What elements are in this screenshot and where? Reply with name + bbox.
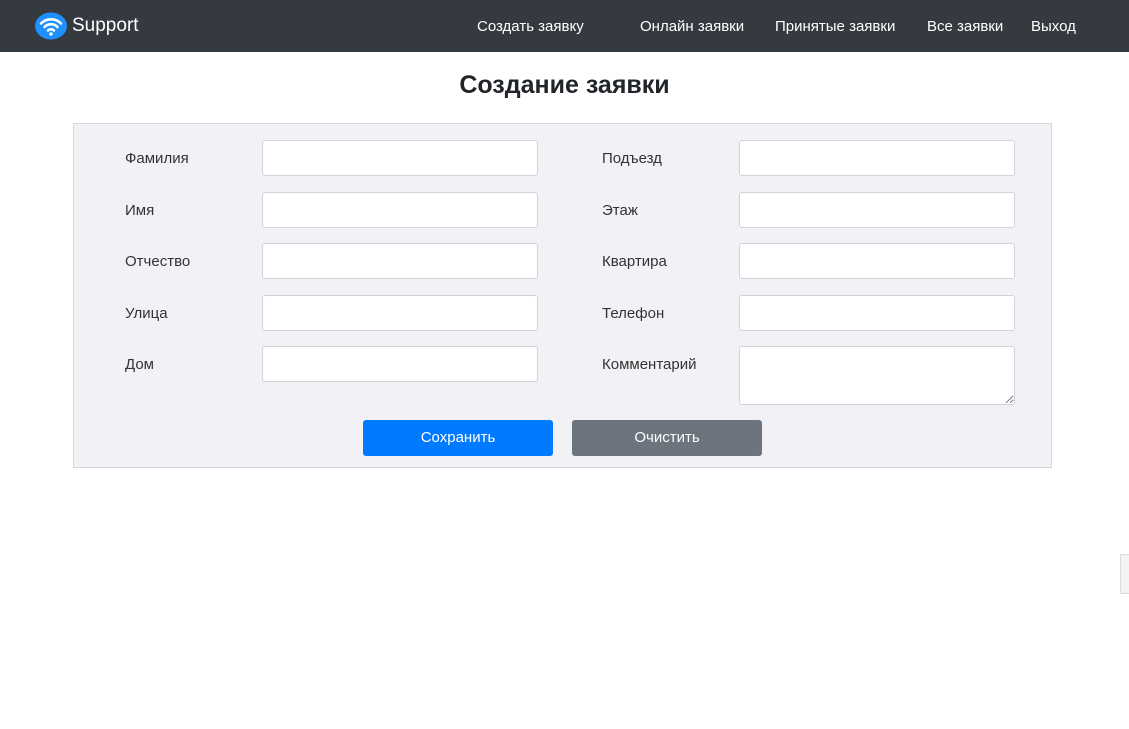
side-edge-tab[interactable] xyxy=(1120,554,1129,594)
phone-label: Телефон xyxy=(602,305,665,322)
first-name-input[interactable] xyxy=(262,192,538,228)
comment-label: Комментарий xyxy=(602,356,697,373)
brand-name: Support xyxy=(72,15,139,36)
house-input[interactable] xyxy=(262,346,538,382)
nav-accepted-requests[interactable]: Принятые заявки xyxy=(775,17,895,37)
floor-label: Этаж xyxy=(602,202,638,219)
first-name-label: Имя xyxy=(125,202,155,219)
street-label: Улица xyxy=(125,305,168,322)
patronymic-label: Отчество xyxy=(125,253,191,270)
house-label: Дом xyxy=(125,356,154,373)
top-navbar: Support Создать заявку Онлайн заявки При… xyxy=(0,0,1129,52)
request-form: Фамилия Имя Отчество Улица Дом Подъезд Э… xyxy=(73,123,1052,468)
apartment-input[interactable] xyxy=(739,243,1015,279)
street-input[interactable] xyxy=(262,295,538,331)
patronymic-input[interactable] xyxy=(262,243,538,279)
nav-online-requests[interactable]: Онлайн заявки xyxy=(640,17,744,37)
wifi-icon xyxy=(35,12,67,40)
phone-input[interactable] xyxy=(739,295,1015,331)
last-name-label: Фамилия xyxy=(125,150,189,167)
nav-create-request[interactable]: Создать заявку xyxy=(477,17,584,37)
entrance-label: Подъезд xyxy=(602,150,662,167)
brand[interactable]: Support xyxy=(35,11,139,41)
entrance-input[interactable] xyxy=(739,140,1015,176)
comment-textarea[interactable] xyxy=(739,346,1015,405)
last-name-input[interactable] xyxy=(262,140,538,176)
page-title: Создание заявки xyxy=(459,71,670,99)
save-button[interactable]: Сохранить xyxy=(363,420,553,456)
nav-all-requests[interactable]: Все заявки xyxy=(927,17,1003,37)
floor-input[interactable] xyxy=(739,192,1015,228)
nav-logout[interactable]: Выход xyxy=(1031,17,1076,37)
clear-button[interactable]: Очистить xyxy=(572,420,762,456)
apartment-label: Квартира xyxy=(602,253,667,270)
